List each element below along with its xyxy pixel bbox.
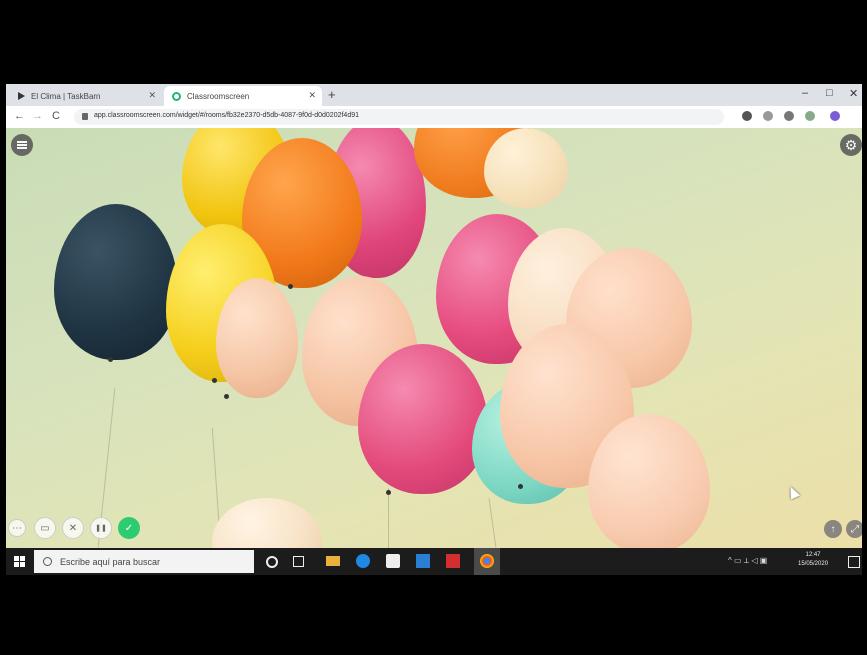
tab-label: Classroomscreen (187, 91, 250, 101)
chrome-icon[interactable] (480, 554, 494, 568)
cream-balloon (484, 128, 568, 208)
balloon-knot (212, 378, 217, 383)
pause-button[interactable]: ❚❚ (90, 517, 112, 539)
extension-icon[interactable] (742, 111, 752, 121)
widgets-button[interactable]: ▭ (34, 517, 56, 539)
forward-button[interactable]: → (32, 110, 43, 122)
cortana-icon[interactable] (266, 556, 278, 568)
more-button[interactable]: ⋯ (8, 519, 26, 537)
system-tray-icons[interactable]: ^ ▭ ⟂ ◁ ▣ (728, 556, 767, 566)
browser-toolbar: ← → C app.classroomscreen.com/widget/#/r… (6, 106, 862, 129)
clock-date: 15/05/2020 (798, 561, 829, 567)
mouse-cursor-icon (785, 484, 801, 500)
upload-button[interactable]: ↑ (824, 520, 842, 538)
balloon-knot (224, 394, 229, 399)
search-placeholder: Escribe aquí para buscar (60, 556, 161, 567)
windows-taskbar: Escribe aquí para buscar ^ ▭ ⟂ ◁ ▣ 12:47… (6, 548, 862, 575)
confirm-button[interactable]: ✓ (118, 517, 140, 539)
balloon-knot (288, 284, 293, 289)
notifications-icon[interactable] (848, 556, 860, 568)
desktop-screen: El Clima | TaskBarn ✕ Classroomscreen ✕ … (6, 84, 862, 575)
peach-balloon (588, 414, 710, 548)
minimize-button[interactable]: – (802, 87, 808, 99)
windows-start-icon[interactable] (14, 556, 25, 567)
classroomscreen-icon (172, 91, 181, 101)
balloon-knot (518, 484, 523, 489)
play-icon (18, 92, 25, 100)
edge-icon[interactable] (356, 554, 370, 568)
close-button[interactable]: ✕ (62, 517, 84, 539)
maximize-button[interactable]: □ (826, 87, 833, 99)
balloon-knot (108, 357, 113, 362)
pdf-reader-icon[interactable] (446, 554, 460, 568)
extension-icon[interactable] (805, 111, 815, 121)
file-explorer-icon[interactable] (326, 556, 340, 566)
mail-icon[interactable] (416, 554, 430, 568)
back-button[interactable]: ← (14, 110, 25, 122)
tab-el-clima[interactable]: El Clima | TaskBarn ✕ (10, 86, 162, 106)
profile-avatar-icon[interactable] (830, 111, 840, 121)
fullscreen-button[interactable]: ⤢ (846, 520, 862, 538)
close-window-button[interactable]: ✕ (849, 87, 858, 100)
taskbar-clock[interactable]: 12:47 15/05/2020 (798, 551, 828, 569)
task-view-icon[interactable] (293, 556, 304, 567)
browser-tab-strip: El Clima | TaskBarn ✕ Classroomscreen ✕ … (6, 84, 862, 106)
balloon-string (388, 488, 389, 548)
peach-balloon (216, 278, 298, 398)
lock-icon (82, 113, 88, 120)
taskbar-search-box[interactable]: Escribe aquí para buscar (34, 550, 254, 573)
url-text: app.classroomscreen.com/widget/#/rooms/f… (94, 112, 360, 119)
extension-icon[interactable] (784, 111, 794, 121)
gear-icon[interactable]: ⚙ (840, 134, 862, 156)
store-icon[interactable] (386, 554, 400, 568)
reload-button[interactable]: C (52, 110, 60, 122)
clock-time: 12:47 (805, 552, 821, 558)
search-icon (43, 557, 52, 566)
cream-balloon (212, 498, 322, 548)
balloon-knot (386, 490, 391, 495)
hamburger-menu-icon[interactable] (11, 134, 33, 156)
close-tab-icon[interactable]: ✕ (308, 90, 316, 101)
address-bar[interactable]: app.classroomscreen.com/widget/#/rooms/f… (74, 109, 724, 125)
balloon-string (488, 498, 497, 548)
tab-label: El Clima | TaskBarn (31, 91, 101, 101)
classroomscreen-background: ⚙ ⋯ ▭ ✕ ❚❚ ✓ ↑ ⤢ (6, 128, 862, 548)
tab-classroomscreen[interactable]: Classroomscreen ✕ (164, 86, 322, 106)
pink-balloon (358, 344, 488, 494)
close-tab-icon[interactable]: ✕ (148, 90, 156, 101)
new-tab-button[interactable]: + (328, 87, 336, 102)
bookmark-star-icon[interactable] (763, 111, 773, 121)
navy-balloon (54, 204, 178, 360)
